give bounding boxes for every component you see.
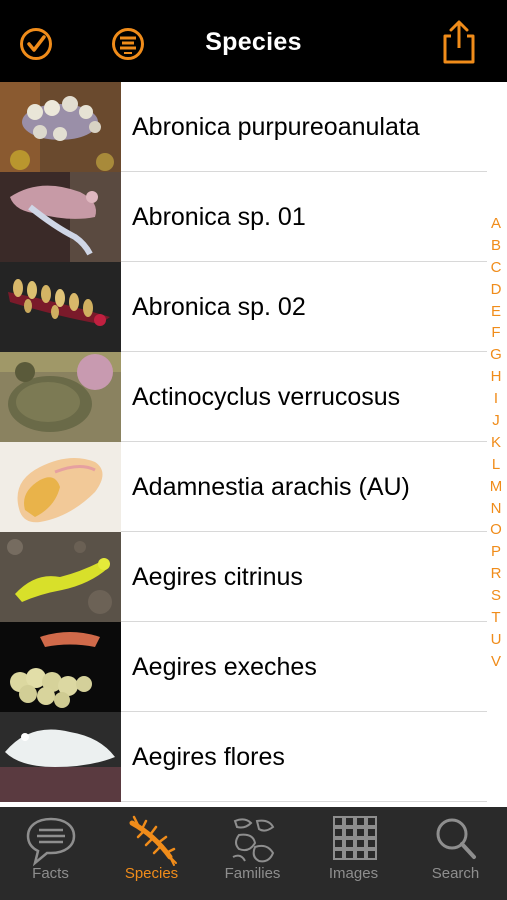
species-thumbnail [0,532,121,622]
tab-species[interactable]: Species [101,807,202,900]
index-letter[interactable]: T [485,607,507,629]
index-letter[interactable]: I [485,388,507,410]
index-letter[interactable]: R [485,563,507,585]
list-item[interactable]: Aegires flores [0,712,487,802]
navigation-bar: Species [0,0,507,82]
list-item[interactable]: Abronica sp. 02 [0,262,487,352]
index-letter[interactable]: B [485,235,507,257]
index-letter[interactable]: H [485,366,507,388]
index-letter[interactable]: L [485,454,507,476]
species-list: Abronica purpureoanulata Abronica sp. 01 [0,82,507,807]
species-name: Actinocyclus verrucosus [132,383,401,411]
list-item[interactable]: Adamnestia arachis (AU) [0,442,487,532]
index-letter[interactable]: K [485,432,507,454]
speech-bubble-icon [26,817,75,867]
index-letter[interactable]: M [485,476,507,498]
index-letter[interactable]: N [485,498,507,520]
species-thumbnail [0,352,121,442]
tab-bar: Facts Species Families Images Search [0,807,507,900]
index-letter[interactable]: U [485,629,507,651]
list-item[interactable]: Aegires citrinus [0,532,487,622]
index-letter[interactable]: V [485,651,507,673]
share-icon [443,20,475,64]
tab-images[interactable]: Images [303,807,404,900]
families-icon [232,818,274,863]
species-name: Abronica purpureoanulata [132,113,420,141]
index-letter[interactable]: C [485,257,507,279]
species-thumbnail [0,172,121,262]
tab-label: Families [224,865,281,882]
list-item[interactable]: Abronica purpureoanulata [0,82,487,172]
list-item[interactable]: Aegires exeches [0,622,487,712]
page-title: Species [205,28,302,56]
species-thumbnail [0,712,121,802]
tab-facts[interactable]: Facts [0,807,101,900]
tab-label: Images [328,865,379,882]
index-letter[interactable]: O [485,519,507,541]
nudibranch-icon [129,815,177,866]
index-letter[interactable]: E [485,301,507,323]
index-letter[interactable]: S [485,585,507,607]
species-thumbnail [0,262,121,352]
species-name: Aegires flores [132,743,285,771]
grid-icon [332,816,377,860]
index-letter[interactable]: G [485,344,507,366]
species-thumbnail [0,442,121,532]
index-letter[interactable]: J [485,410,507,432]
species-thumbnail [0,82,121,172]
species-name: Abronica sp. 02 [132,293,306,321]
species-thumbnail [0,622,121,712]
tab-label: Search [431,865,480,882]
tab-label: Facts [32,865,69,882]
tab-label: Species [124,865,179,882]
list-item[interactable]: Abronica sp. 01 [0,172,487,262]
species-name: Aegires citrinus [132,563,303,591]
row-divider [121,801,487,802]
species-name: Adamnestia arachis (AU) [132,473,410,501]
alphabet-index[interactable]: A B C D E F G H I J K L M N O P R S T U … [485,213,507,673]
index-letter[interactable]: F [485,322,507,344]
list-item[interactable]: Actinocyclus verrucosus [0,352,487,442]
tab-families[interactable]: Families [202,807,303,900]
species-name: Aegires exeches [132,653,317,681]
search-icon [436,818,476,859]
index-letter[interactable]: P [485,541,507,563]
species-name: Abronica sp. 01 [132,203,306,231]
share-button[interactable] [437,20,481,64]
index-letter[interactable]: D [485,279,507,301]
tab-search[interactable]: Search [405,807,506,900]
index-letter[interactable]: A [485,213,507,235]
